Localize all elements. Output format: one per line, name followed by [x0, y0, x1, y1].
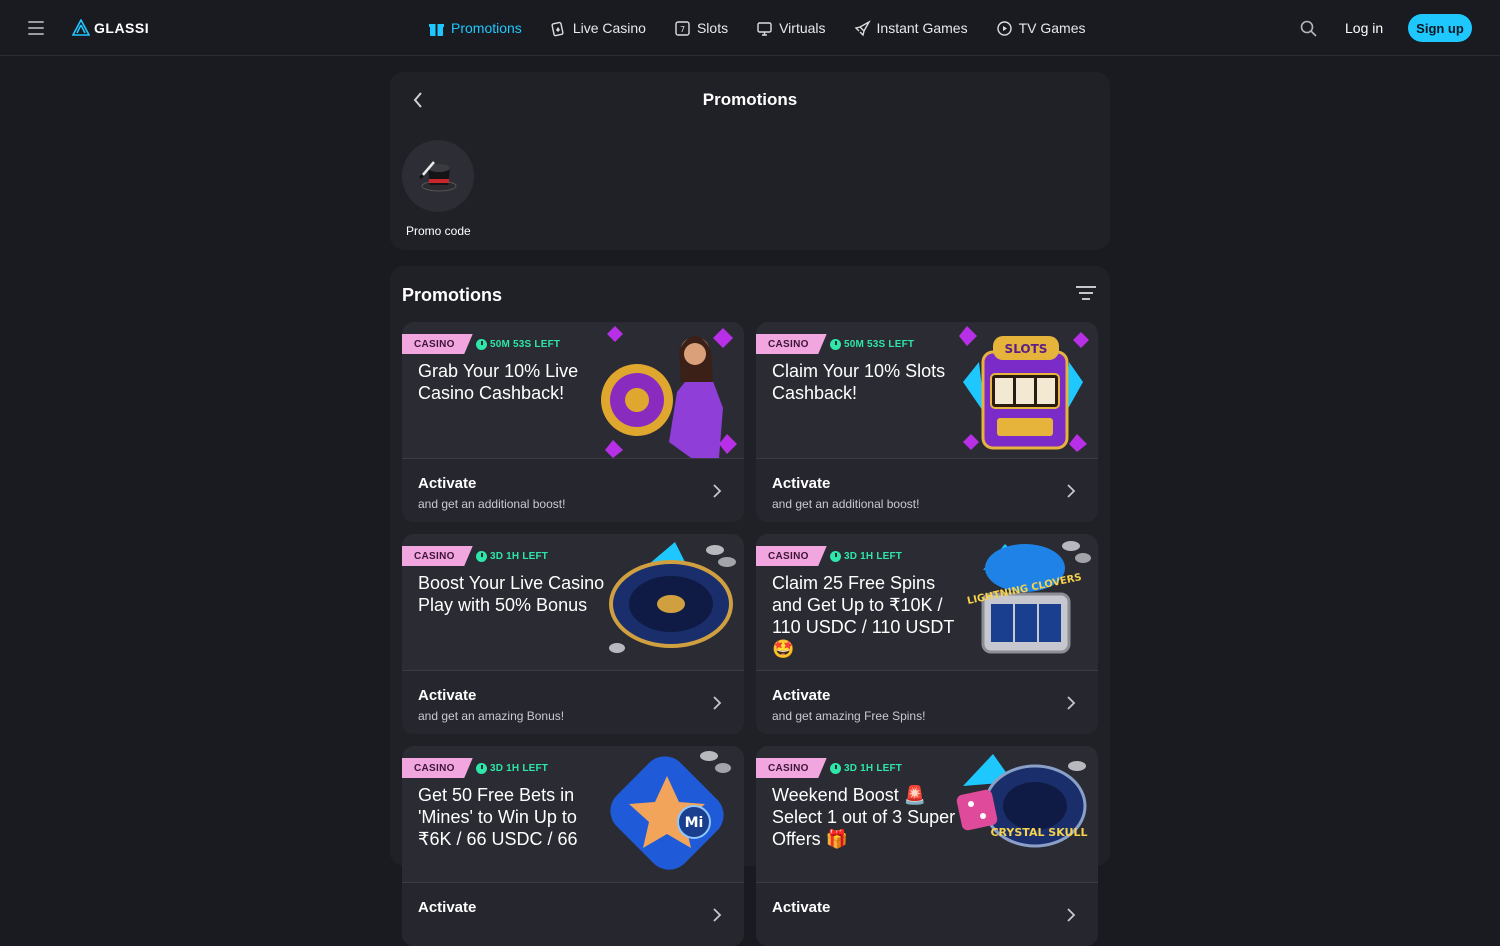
promo-card[interactable]: CASINO 50M 53S LEFT Claim Your 10% Slots…	[756, 322, 1098, 522]
promo-code-label: Promo code	[406, 224, 471, 238]
promo-code-button[interactable]	[402, 140, 474, 212]
nav-virtuals[interactable]: Virtuals	[756, 18, 826, 38]
signup-button[interactable]: Sign up	[1408, 14, 1472, 42]
nav-live-casino[interactable]: Live Casino	[550, 18, 646, 38]
activate-label: Activate	[418, 899, 477, 916]
card-footer: Activate and get an additional boost!	[402, 458, 744, 522]
timer-badge: 50M 53S LEFT	[476, 339, 560, 350]
card-footer: Activate and get an additional boost!	[756, 458, 1098, 522]
promo-title: Claim Your 10% Slots Cashback!	[772, 361, 946, 403]
card-footer: Activate and get amazing Free Spins!	[756, 670, 1098, 734]
card-footer: Activate	[756, 882, 1098, 946]
chevron-right-icon	[713, 696, 722, 710]
timer-badge: 3D 1H LEFT	[476, 763, 548, 774]
lightning-clovers-art: LIGHTNING CLOVERS	[966, 541, 1091, 654]
promo-title: Claim 25 Free Spins and Get Up to ₹10K /…	[772, 573, 955, 659]
page-title: Promotions	[702, 90, 798, 109]
clock-icon	[476, 339, 487, 350]
activate-subtext: and get an additional boost!	[772, 497, 920, 511]
chevron-right-icon	[713, 908, 722, 922]
crystal-skull-art: CRYSTAL SKULL	[956, 754, 1088, 848]
category-tag: CASINO	[756, 546, 827, 566]
activate-label: Activate	[418, 687, 477, 704]
promo-title: Grab Your 10% Live Casino Cashback!	[418, 361, 579, 403]
promo-card[interactable]: CASINO 3D 1H LEFT Get 50 Free Bets in 'M…	[402, 746, 744, 946]
timer-badge: 3D 1H LEFT	[830, 551, 902, 562]
activate-subtext: and get an additional boost!	[418, 497, 566, 511]
promo-card[interactable]: CASINO 3D 1H LEFT Boost Your Live Casino…	[402, 534, 744, 734]
live-casino-art	[601, 326, 737, 458]
activate-label: Activate	[772, 899, 831, 916]
activate-label: Activate	[418, 475, 477, 492]
nav-promotions[interactable]: Promotions	[428, 18, 522, 38]
logo-text: GLASSI	[94, 20, 150, 36]
mines-logo-text: Mi	[685, 815, 704, 831]
logo-icon	[72, 19, 90, 36]
category-tag: CASINO	[756, 758, 827, 778]
promo-card[interactable]: CASINO 50M 53S LEFT Grab Your 10% Live C…	[402, 322, 744, 522]
promo-title: Get 50 Free Bets in 'Mines' to Win Up to…	[418, 785, 578, 849]
promotions-heading: Promotions	[402, 285, 503, 305]
category-tag: CASINO	[402, 546, 473, 566]
clock-icon	[476, 763, 487, 774]
tv-icon	[996, 20, 1012, 36]
gift-icon	[429, 23, 444, 36]
login-button[interactable]: Log in	[1345, 20, 1383, 36]
rocket-icon	[854, 19, 871, 36]
search-icon[interactable]	[1300, 20, 1317, 37]
promo-title: Weekend Boost 🚨 Select 1 out of 3 Super …	[772, 785, 956, 849]
top-bar: GLASSI Promotions Live Casino 7 Slots Vi…	[0, 0, 1500, 56]
slot-icon: 7	[675, 20, 690, 36]
crystal-skull-logo-text: CRYSTAL SKULL	[990, 826, 1087, 839]
chevron-right-icon	[1067, 696, 1076, 710]
chevron-right-icon	[1067, 484, 1076, 498]
card-footer: Activate	[402, 882, 744, 946]
nav-instant-games[interactable]: Instant Games	[854, 18, 968, 38]
timer-badge: 50M 53S LEFT	[830, 339, 914, 350]
activate-label: Activate	[772, 687, 831, 704]
svg-text:7: 7	[680, 25, 685, 34]
mines-art: Mi	[610, 751, 731, 870]
main-nav: Promotions Live Casino 7 Slots Virtuals …	[428, 18, 1113, 38]
promo-title: Boost Your Live Casino Play with 50% Bon…	[418, 573, 605, 615]
menu-icon[interactable]	[28, 21, 44, 35]
magic-hat-icon	[418, 161, 457, 192]
clock-icon	[830, 339, 841, 350]
activate-label: Activate	[772, 475, 831, 492]
slots-sign-text: SLOTS	[1005, 342, 1048, 356]
virtuals-icon	[757, 21, 772, 36]
category-tag: CASINO	[402, 334, 473, 354]
activate-subtext: and get an amazing Bonus!	[418, 709, 565, 723]
card-footer: Activate and get an amazing Bonus!	[402, 670, 744, 734]
chevron-right-icon	[713, 484, 722, 498]
logo[interactable]: GLASSI	[72, 19, 149, 37]
timer-badge: 3D 1H LEFT	[830, 763, 902, 774]
promo-card[interactable]: CASINO 3D 1H LEFT Claim 25 Free Spins an…	[756, 534, 1098, 734]
roulette-art	[609, 542, 736, 653]
activate-subtext: and get amazing Free Spins!	[772, 709, 926, 723]
category-tag: CASINO	[756, 334, 827, 354]
cards-icon	[551, 21, 564, 36]
filter-icon[interactable]	[1076, 286, 1096, 302]
nav-tv-games[interactable]: TV Games	[996, 18, 1085, 38]
promo-card[interactable]: CASINO 3D 1H LEFT Weekend Boost 🚨 Select…	[756, 746, 1098, 946]
slot-machine-art: SLOTS	[959, 326, 1089, 452]
chevron-right-icon	[1067, 908, 1076, 922]
clock-icon	[830, 551, 841, 562]
category-tag: CASINO	[402, 758, 473, 778]
clock-icon	[830, 763, 841, 774]
clock-icon	[476, 551, 487, 562]
timer-badge: 3D 1H LEFT	[476, 551, 548, 562]
nav-slots[interactable]: 7 Slots	[674, 18, 728, 38]
